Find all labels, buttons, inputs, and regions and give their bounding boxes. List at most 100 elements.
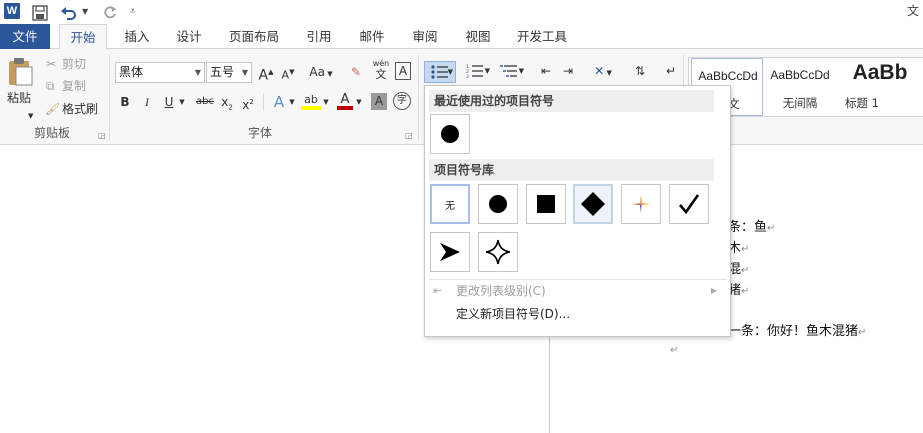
cut-button[interactable]: 剪切	[62, 55, 86, 73]
redo-icon[interactable]	[102, 2, 118, 22]
define-new-bullet-menu-item[interactable]: 定义新项目符号(D)...	[429, 303, 727, 325]
bullet-library-header: 项目符号库	[429, 159, 714, 181]
four-point-color-star-icon	[632, 195, 650, 213]
chinese-layout-icon[interactable]: ✕ ▼	[590, 61, 616, 81]
increase-indent-icon[interactable]: ⇥	[558, 61, 578, 81]
char-border-button[interactable]: A	[395, 62, 411, 80]
tab-references[interactable]: 引用	[299, 24, 339, 49]
font-name-combo[interactable]: 黑体 ▼	[115, 62, 205, 83]
bullet-checkmark[interactable]	[669, 184, 709, 224]
format-painter-icon[interactable]: 🖌	[45, 100, 60, 118]
filled-circle-icon	[489, 195, 507, 213]
highlight-button[interactable]: ab	[301, 90, 321, 110]
tab-design[interactable]: 设计	[169, 24, 209, 49]
font-size-value: 五号	[210, 65, 235, 79]
paste-dropdown-icon[interactable]: ▼	[28, 107, 33, 125]
hollow-four-point-star-icon	[485, 239, 511, 265]
doc-line-4[interactable]: 猪↵	[728, 279, 749, 298]
paste-icon[interactable]	[6, 57, 36, 87]
multilevel-list-icon[interactable]: ▼	[494, 61, 524, 81]
grow-font-button[interactable]: A▲	[257, 62, 275, 84]
strikethrough-button[interactable]: abc	[193, 92, 217, 112]
bullet-filled-square[interactable]	[526, 184, 566, 224]
enclose-char-button[interactable]: 字	[393, 92, 411, 110]
tab-insert[interactable]: 插入	[117, 24, 157, 49]
phonetic-guide-button[interactable]: wén 文	[370, 59, 392, 81]
bullet-star-cross[interactable]	[621, 184, 661, 224]
style-no-spacing[interactable]: AaBbCcDd 无间隔	[764, 58, 836, 116]
checkmark-icon	[679, 194, 700, 215]
font-color-dropdown-icon[interactable]: ▼	[355, 92, 363, 112]
list-level-icon: ⇤	[433, 284, 443, 297]
paste-button[interactable]: 粘贴	[7, 89, 31, 107]
bullet-none-label: 无	[445, 200, 455, 212]
bullet-arrowhead[interactable]	[430, 232, 470, 272]
highlight-dropdown-icon[interactable]: ▼	[322, 92, 330, 112]
change-list-level-menu-item[interactable]: ⇤ 更改列表级别(C) ▶	[429, 280, 727, 302]
char-shading-button[interactable]: A	[371, 93, 387, 110]
doc-line-6[interactable]: ↵	[670, 342, 678, 357]
copy-icon[interactable]: ⧉	[46, 77, 55, 95]
clear-format-icon[interactable]: ✎	[347, 62, 365, 82]
bullet-library-panel: 最近使用过的项目符号 项目符号库 无 ⇤ 更改列表级别(C) ▶ 定义新项目符号…	[424, 85, 731, 337]
chevron-down-icon[interactable]: ▼	[195, 63, 201, 82]
ribbon-tabs: 文件 开始 插入 设计 页面布局 引用 邮件 审阅 视图 开发工具	[0, 24, 923, 50]
submenu-arrow-icon: ▶	[710, 286, 717, 295]
recent-bullet-filled-circle[interactable]	[430, 114, 470, 154]
change-case-button[interactable]: Aa ▼	[306, 62, 336, 82]
tab-developer[interactable]: 开发工具	[510, 24, 574, 49]
style-heading-1[interactable]: AaBb 标题 1	[837, 58, 923, 116]
decrease-indent-icon[interactable]: ⇤	[536, 61, 556, 81]
numbering-icon[interactable]: 123 ▼	[460, 61, 490, 81]
tab-home[interactable]: 开始	[59, 24, 107, 50]
doc-line-2[interactable]: 木↵	[728, 237, 749, 256]
copy-button[interactable]: 复制	[62, 77, 86, 95]
tab-review[interactable]: 审阅	[405, 24, 445, 49]
shrink-font-button[interactable]: A▼	[279, 62, 297, 82]
font-group-label: 字体	[247, 126, 272, 140]
font-color-button[interactable]: A	[337, 90, 353, 110]
chevron-down-icon[interactable]: ▼	[242, 63, 248, 82]
bullet-none[interactable]: 无	[430, 184, 470, 224]
underline-dropdown-icon[interactable]: ▼	[178, 92, 186, 112]
undo-icon[interactable]	[60, 2, 78, 22]
customize-qat-icon[interactable]: ⩡	[130, 2, 136, 22]
format-painter-button[interactable]: 格式刷	[62, 100, 98, 118]
group-separator	[418, 55, 419, 141]
text-effects-dropdown-icon[interactable]: ▼	[288, 92, 296, 112]
bullet-filled-circle[interactable]	[478, 184, 518, 224]
superscript-button[interactable]: x2	[240, 92, 256, 112]
clipboard-launcher-icon[interactable]: ◲	[98, 127, 106, 145]
undo-dropdown-icon[interactable]: ▼	[82, 2, 88, 22]
italic-button[interactable]: I	[140, 92, 154, 112]
separator	[263, 93, 264, 111]
font-size-combo[interactable]: 五号 ▼	[206, 62, 252, 83]
cut-icon[interactable]: ✂	[46, 55, 56, 73]
word-app-icon[interactable]: W	[4, 3, 20, 19]
title-bar: W ▼ ⩡ 文	[0, 0, 923, 24]
font-launcher-icon[interactable]: ◲	[405, 127, 413, 145]
bullet-diamond[interactable]	[573, 184, 613, 224]
tab-view[interactable]: 视图	[458, 24, 498, 49]
show-marks-icon[interactable]: ↵	[663, 61, 679, 81]
underline-button[interactable]: U	[162, 92, 176, 112]
arrowhead-icon	[440, 243, 460, 261]
sort-icon[interactable]: ⇅	[630, 61, 650, 81]
doc-line-1[interactable]: 条：鱼↵	[728, 216, 775, 235]
bold-button[interactable]: B	[118, 92, 132, 112]
tab-file[interactable]: 文件	[0, 24, 50, 49]
diamond-icon	[581, 192, 605, 216]
bullets-button[interactable]: ▼	[424, 61, 456, 83]
doc-line-5[interactable]: 一条：你好！鱼木混猪↵	[728, 320, 866, 339]
tab-mailings[interactable]: 邮件	[352, 24, 392, 49]
subscript-button[interactable]: x2	[219, 92, 235, 112]
doc-line-3[interactable]: 混↵	[728, 258, 749, 277]
filled-square-icon	[537, 195, 555, 213]
bullet-hollow-star[interactable]	[478, 232, 518, 272]
filled-circle-icon	[441, 125, 459, 143]
save-icon[interactable]	[32, 2, 48, 22]
text-effects-button[interactable]: A	[271, 92, 287, 112]
recent-bullets-header: 最近使用过的项目符号	[429, 90, 714, 112]
tab-page-layout[interactable]: 页面布局	[222, 24, 286, 49]
font-name-value: 黑体	[119, 65, 144, 79]
